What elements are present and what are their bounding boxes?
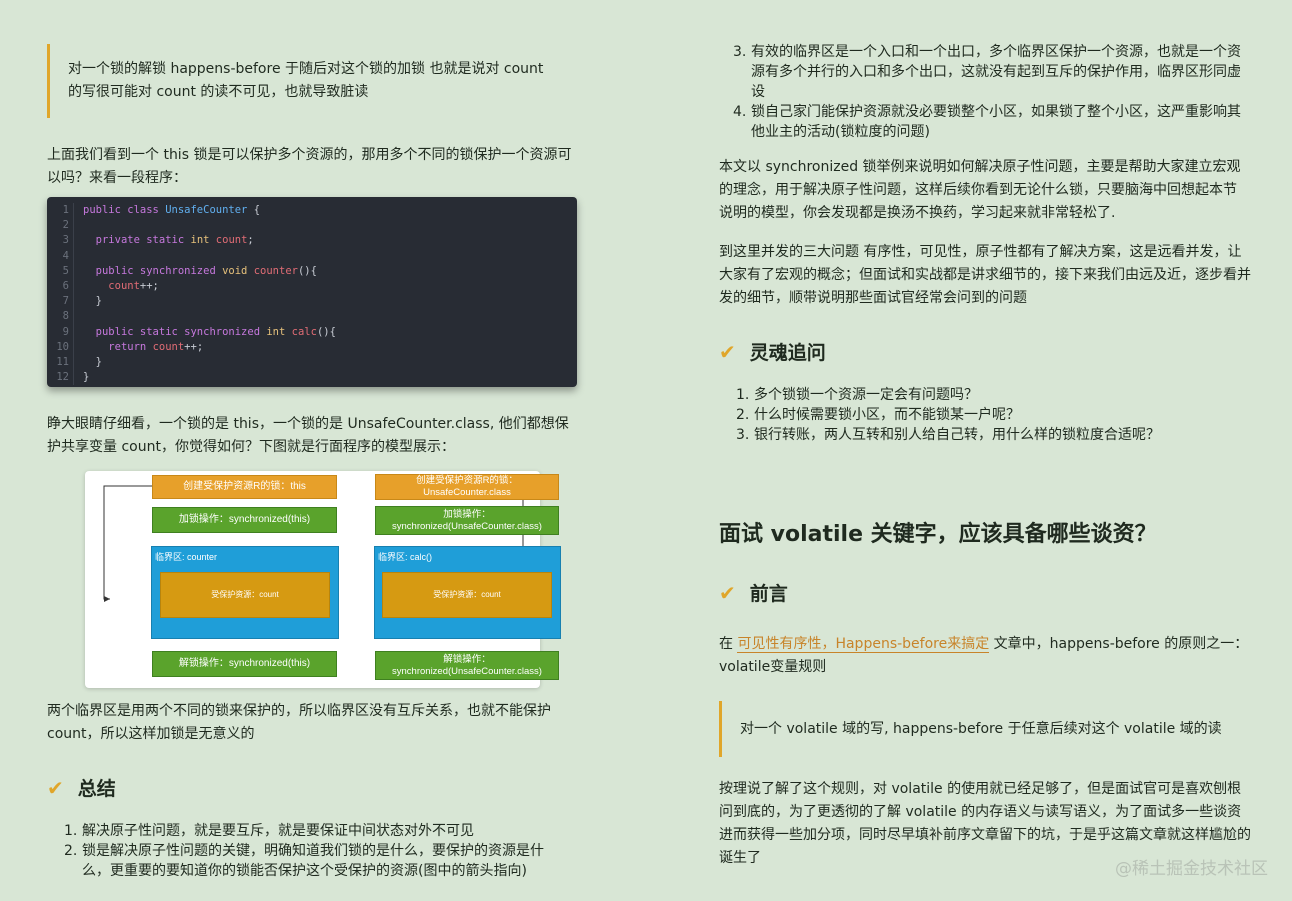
- item-number: 3.: [736, 427, 750, 443]
- lock-model-diagram: 创建受保护资源R的锁：this 加锁操作：synchronized(this) …: [85, 471, 561, 688]
- line-number: 12: [56, 371, 69, 384]
- article-link[interactable]: 可见性有序性，Happens-before来搞定: [737, 636, 990, 653]
- item-number: 1.: [736, 387, 750, 403]
- item-text: 有效的临界区是一个入口和一个出口，多个临界区保护一个资源，也就是一个资源有多个并…: [751, 44, 1241, 100]
- list-item: 3. 银行转账，两人互转和别人给自己转，用什么样的锁粒度合适呢？: [736, 425, 1236, 445]
- left-critical-label: 临界区: counter: [155, 552, 218, 562]
- summary-list: 1. 解决原子性问题，就是要互斥，就是要保证中间状态对外不可见 2. 锁是解决原子性问…: [64, 821, 564, 881]
- paragraph: 睁大眼睛仔细看，一个锁的是 this，一个锁的是 UnsafeCounter.c…: [47, 416, 569, 455]
- line-number: 7: [62, 295, 69, 308]
- watermark: @稀土掘金技术社区: [1115, 859, 1268, 879]
- paragraph: 上面我们看到一个 this 锁是可以保护多个资源的，那用多个不同的锁保护一个资源…: [47, 147, 572, 186]
- line-number: 3: [62, 234, 69, 247]
- item-text: 什么时候需要锁小区，而不能锁某一户呢？: [754, 407, 1020, 423]
- summary-heading: ✔ 总结: [47, 774, 116, 801]
- preface-paragraph: 在 可见性有序性，Happens-before来搞定 文章中，happens-b…: [719, 633, 1249, 679]
- paragraph: 到这里并发的三大问题 有序性，可见性，原子性都有了解决方案，这是远看并发，让大家…: [719, 244, 1251, 306]
- line-number: 2: [62, 219, 69, 232]
- left-lock-box: 创建受保护资源R的锁：this: [152, 475, 337, 499]
- list-item: 3. 有效的临界区是一个入口和一个出口，多个临界区保护一个资源，也就是一个资源有多…: [733, 42, 1253, 102]
- line-number: 10: [56, 340, 69, 353]
- section-title: 面试 volatile 关键字，应该具备哪些谈资？: [719, 522, 1157, 547]
- left-release-box: 解锁操作：synchronized(this): [152, 651, 337, 677]
- right-release-text: 解锁操作：synchronized(UnsafeCounter.class): [392, 653, 542, 677]
- item-text: 锁是解决原子性问题的关键，明确知道我们锁的是什么，要保护的资源是什么，更重要的要…: [82, 843, 544, 879]
- right-release-box: 解锁操作：synchronized(UnsafeCounter.class): [375, 651, 559, 680]
- soul-title: 灵魂追问: [749, 342, 826, 364]
- item-text: 多个锁锁一个资源一定会有问题吗？: [754, 387, 978, 403]
- right-lock-box: 创建受保护资源R的锁：UnsafeCounter.class: [375, 474, 559, 500]
- item-number: 3.: [733, 44, 747, 60]
- item-text: 解决原子性问题，就是要互斥，就是要保证中间状态对外不可见: [82, 823, 474, 839]
- paragraph: 本文以 synchronized 锁举例来说明如何解决原子性问题，主要是帮助大家…: [719, 159, 1241, 221]
- preface-title: 前言: [749, 583, 788, 605]
- item-number: 2.: [736, 407, 750, 423]
- preface-heading: ✔ 前言: [719, 579, 788, 606]
- item-text: 银行转账，两人互转和别人给自己转，用什么样的锁粒度合适呢？: [754, 427, 1160, 443]
- question-list: 1. 多个锁锁一个资源一定会有问题吗？ 2. 什么时候需要锁小区，而不能锁某一户呢？ 3…: [736, 385, 1236, 445]
- soul-heading: ✔ 灵魂追问: [719, 338, 826, 365]
- list-item: 2. 什么时候需要锁小区，而不能锁某一户呢？: [736, 405, 1236, 425]
- left-acquire-box: 加锁操作：synchronized(this): [152, 507, 337, 533]
- right-critical-section: 临界区: calc() 受保护资源：count: [374, 546, 561, 639]
- left-resource-box: 受保护资源：count: [160, 572, 330, 618]
- line-number: 1: [62, 204, 69, 216]
- item-number: 1.: [64, 823, 78, 839]
- code-block: 1 2 3 4 5 6 7 8 9 10 11 12 public class UnsafeCount…: [47, 197, 577, 387]
- list-item: 1. 解决原子性问题，就是要互斥，就是要保证中间状态对外不可见: [64, 821, 564, 841]
- line-number: 4: [62, 249, 69, 262]
- blockquote-happens-before: 对一个锁的解锁 happens-before 于随后对这个锁的加锁 也就是说对 …: [47, 44, 557, 118]
- line-number: 5: [62, 264, 69, 277]
- right-acquire-text: 加锁操作：synchronized(UnsafeCounter.class): [392, 508, 542, 532]
- paragraph: 两个临界区是用两个不同的锁来保护的，所以临界区没有互斥关系，也就不能保护 cou…: [47, 703, 551, 742]
- right-resource-box: 受保护资源：count: [382, 572, 552, 618]
- quote-text: 对一个 volatile 域的写, happens-before 于任意后续对这…: [740, 721, 1222, 737]
- numbered-list: 3. 有效的临界区是一个入口和一个出口，多个临界区保护一个资源，也就是一个资源有多…: [733, 42, 1253, 142]
- list-item: 1. 多个锁锁一个资源一定会有问题吗？: [736, 385, 1236, 405]
- item-number: 2.: [64, 843, 78, 859]
- summary-title: 总结: [77, 778, 116, 800]
- line-numbers: 1 2 3 4 5 6 7 8 9 10 11 12: [47, 203, 74, 386]
- code-lines: public class UnsafeCounter { private sta…: [83, 204, 336, 384]
- item-number: 4.: [733, 104, 747, 120]
- right-critical-label: 临界区: calc(): [378, 552, 433, 562]
- line-number: 8: [62, 310, 69, 323]
- line-number: 11: [56, 355, 69, 368]
- check-icon: ✔: [719, 580, 736, 605]
- check-icon: ✔: [719, 339, 736, 364]
- preface-pre: 在: [719, 636, 738, 652]
- line-number: 6: [62, 279, 69, 292]
- quote-text: 对一个锁的解锁 happens-before 于随后对这个锁的加锁 也就是说对 …: [68, 61, 544, 100]
- left-critical-section: 临界区: counter 受保护资源：count: [151, 546, 339, 639]
- item-text: 锁自己家门能保护资源就没必要锁整个小区，如果锁了整个小区，这严重影响其他业主的活…: [751, 104, 1241, 140]
- list-item: 4. 锁自己家门能保护资源就没必要锁整个小区，如果锁了整个小区，这严重影响其他业主…: [733, 102, 1253, 142]
- check-icon: ✔: [47, 775, 64, 800]
- right-acquire-box: 加锁操作：synchronized(UnsafeCounter.class): [375, 506, 559, 535]
- line-number: 9: [62, 325, 69, 338]
- list-item: 2. 锁是解决原子性问题的关键，明确知道我们锁的是什么，要保护的资源是什么，更重要…: [64, 841, 564, 881]
- right-lock-text: 创建受保护资源R的锁：UnsafeCounter.class: [416, 475, 518, 498]
- blockquote-volatile: 对一个 volatile 域的写, happens-before 于任意后续对这…: [719, 701, 1239, 757]
